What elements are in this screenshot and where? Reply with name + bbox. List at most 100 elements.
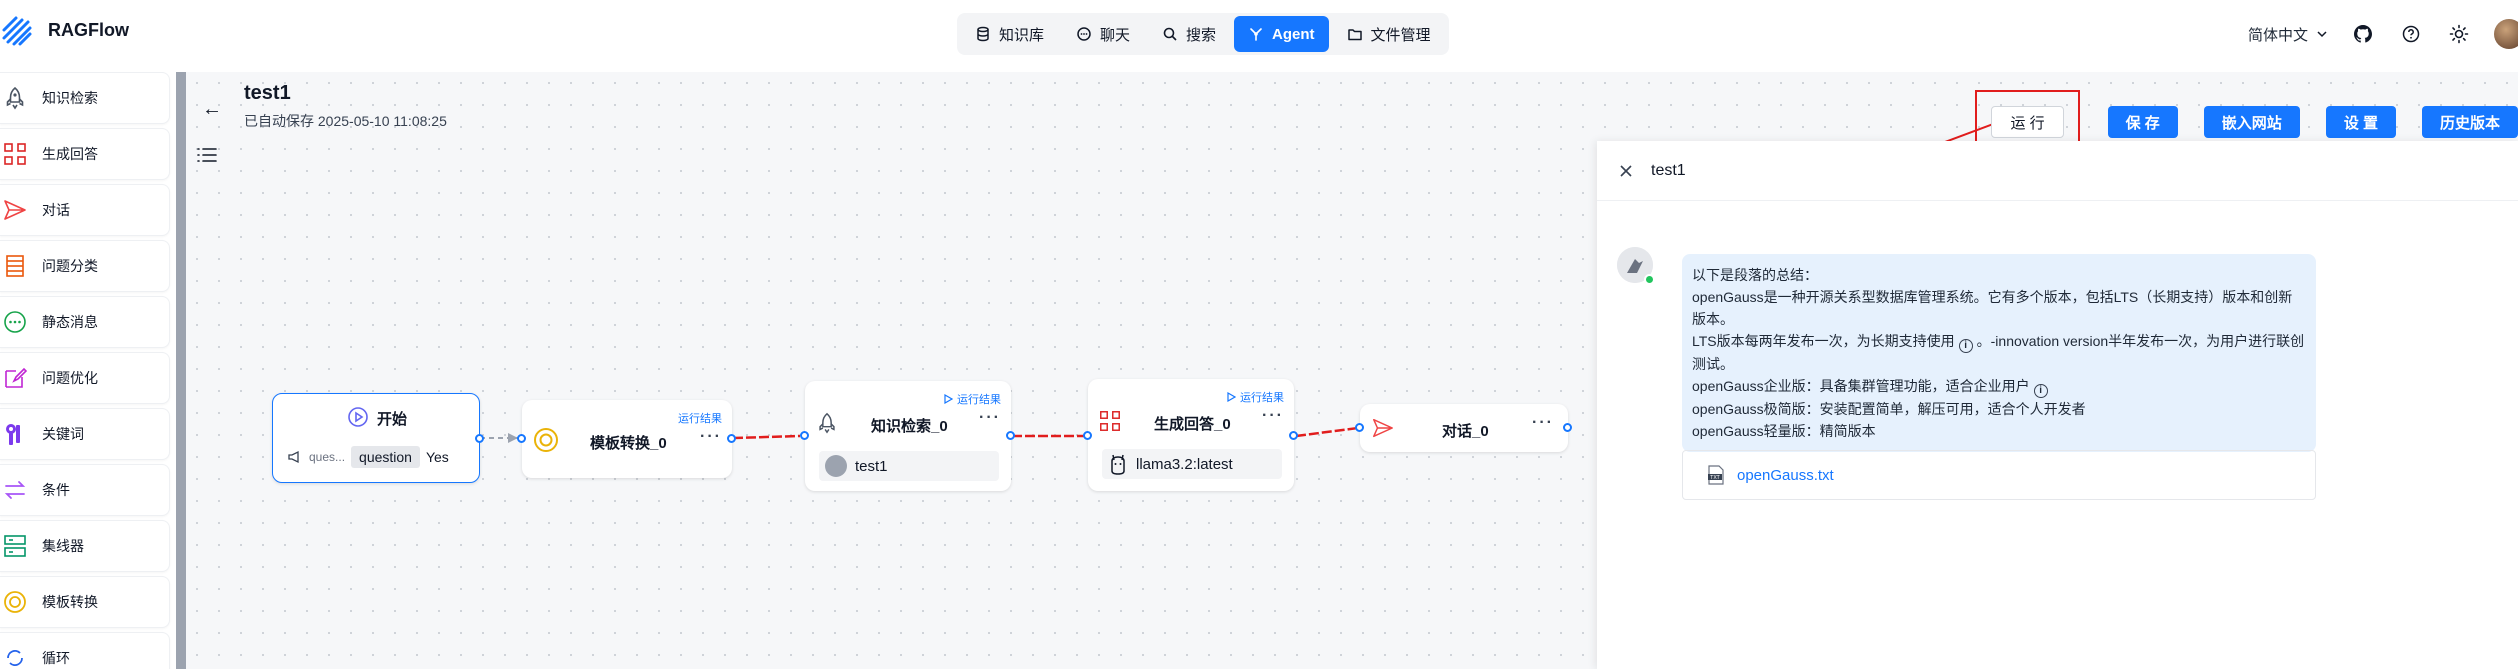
generate-icon bbox=[4, 143, 26, 165]
nav-knowledge-base[interactable]: 知识库 bbox=[961, 16, 1058, 52]
sidebar-item-answer[interactable]: 对话 bbox=[0, 184, 170, 236]
run-result-link[interactable]: 运行结果 bbox=[678, 410, 722, 426]
message-text: openGauss企业版：具备集群管理功能，适合企业用户 bbox=[1692, 378, 2030, 394]
header-right: 简体中文 bbox=[2248, 14, 2518, 54]
node-begin[interactable]: 开始 ques... question Yes bbox=[272, 393, 480, 483]
nav-label: 搜索 bbox=[1186, 26, 1217, 44]
github-icon[interactable] bbox=[2350, 21, 2376, 47]
nav-label: Agent bbox=[1272, 25, 1315, 43]
nav-search[interactable]: 搜索 bbox=[1148, 16, 1230, 52]
node-generate[interactable]: 运行结果 生成回答_0 ··· llama3.2:latest bbox=[1088, 379, 1294, 491]
close-icon[interactable] bbox=[1619, 164, 1633, 178]
node-title: 模板转换_0 bbox=[590, 435, 667, 452]
nav-chat[interactable]: 聊天 bbox=[1062, 16, 1144, 52]
sidebar-item-categorize[interactable]: 问题分类 bbox=[0, 240, 170, 292]
language-select[interactable]: 简体中文 bbox=[2248, 24, 2328, 45]
sidebar-item-label: 关键词 bbox=[42, 426, 84, 442]
txt-file-icon: TXT bbox=[1708, 465, 1724, 485]
help-icon[interactable] bbox=[2398, 21, 2424, 47]
nav-file-management[interactable]: 文件管理 bbox=[1333, 16, 1445, 52]
handle-begin-out[interactable] bbox=[475, 434, 484, 443]
list-icon[interactable] bbox=[196, 146, 218, 164]
message-line: openGauss企业版：具备集群管理功能，适合企业用户 i bbox=[1692, 375, 2306, 398]
sidebar-item-message[interactable]: 静态消息 bbox=[0, 296, 170, 348]
sidebar-item-template[interactable]: 模板转换 bbox=[0, 576, 170, 628]
node-title: 开始 bbox=[377, 411, 408, 428]
send-icon bbox=[4, 200, 26, 220]
node-title: 生成回答_0 bbox=[1154, 416, 1231, 433]
info-icon[interactable]: i bbox=[2033, 384, 2048, 398]
kb-name: test1 bbox=[855, 457, 888, 475]
model-row: llama3.2:latest bbox=[1102, 449, 1282, 479]
sidebar-item-label: 问题分类 bbox=[42, 258, 98, 274]
sidebar-item-loop[interactable]: 循环 bbox=[0, 632, 170, 669]
embed-website-button[interactable]: 嵌入网站 bbox=[2203, 106, 2300, 138]
node-more-icon[interactable]: ··· bbox=[700, 428, 722, 446]
svg-text:TXT: TXT bbox=[1709, 475, 1720, 481]
run-result-link[interactable]: 运行结果 bbox=[943, 391, 1001, 407]
sidebar-item-label: 生成回答 bbox=[42, 146, 98, 162]
search-icon bbox=[1163, 27, 1177, 41]
chat-header: test1 bbox=[1597, 141, 2518, 201]
nav-agent[interactable]: Agent bbox=[1234, 16, 1329, 52]
sidebar-item-retrieval[interactable]: 知识检索 bbox=[0, 72, 170, 124]
sidebar-item-label: 问题优化 bbox=[42, 370, 98, 386]
app-logo[interactable]: RAGFlow bbox=[0, 12, 129, 48]
handle-template-out[interactable] bbox=[727, 434, 736, 443]
handle-template-in[interactable] bbox=[517, 434, 526, 443]
save-button[interactable]: 保 存 bbox=[2107, 106, 2178, 138]
play-circle-icon bbox=[348, 407, 368, 427]
info-icon[interactable]: i bbox=[1958, 339, 1973, 353]
sidebar-item-keyword[interactable]: 关键词 bbox=[0, 408, 170, 460]
top-header: RAGFlow 知识库 聊天 搜索 Agent 文件管理 简体中文 bbox=[0, 0, 2518, 72]
chevron-down-icon bbox=[2317, 31, 2327, 38]
sidebar-item-label: 对话 bbox=[42, 202, 70, 218]
operator-sidebar: 知识检索 生成回答 对话 问题分类 静态消息 问题优化 关键词 条件 集线器 模… bbox=[0, 72, 176, 669]
handle-answer-in[interactable] bbox=[1355, 423, 1364, 432]
run-result-link[interactable]: 运行结果 bbox=[1226, 389, 1284, 405]
template-icon bbox=[4, 591, 26, 613]
handle-generate-in[interactable] bbox=[1083, 431, 1092, 440]
history-button[interactable]: 历史版本 bbox=[2421, 106, 2518, 138]
edit-icon bbox=[5, 367, 28, 388]
node-more-icon[interactable]: ··· bbox=[979, 409, 1001, 427]
node-answer[interactable]: 对话_0 ··· bbox=[1360, 404, 1568, 452]
send-icon bbox=[1373, 418, 1393, 438]
file-name: openGauss.txt bbox=[1737, 466, 1834, 484]
handle-generate-out[interactable] bbox=[1289, 431, 1298, 440]
run-button[interactable]: 运 行 bbox=[1991, 106, 2064, 138]
generate-icon bbox=[1100, 411, 1120, 431]
handle-retrieval-out[interactable] bbox=[1006, 431, 1015, 440]
nav-label: 文件管理 bbox=[1370, 26, 1431, 44]
sidebar-item-rewrite[interactable]: 问题优化 bbox=[0, 352, 170, 404]
switch-icon bbox=[4, 481, 26, 499]
node-template[interactable]: 运行结果 模板转换_0 ··· bbox=[522, 400, 732, 478]
back-arrow-icon[interactable]: ← bbox=[202, 98, 222, 121]
user-avatar[interactable] bbox=[2494, 19, 2518, 49]
node-more-icon[interactable]: ··· bbox=[1262, 407, 1284, 425]
handle-answer-out[interactable] bbox=[1563, 423, 1572, 432]
sidebar-scrollbar[interactable] bbox=[176, 72, 186, 669]
settings-button[interactable]: 设 置 bbox=[2325, 106, 2396, 138]
assistant-message: 以下是段落的总结： openGauss是一种开源关系型数据库管理系统。它有多个版… bbox=[1682, 254, 2316, 452]
nav-label: 知识库 bbox=[999, 26, 1045, 44]
ragflow-logo-icon bbox=[2, 16, 32, 46]
theme-toggle-icon[interactable] bbox=[2446, 21, 2472, 47]
nav-label: 聊天 bbox=[1100, 26, 1131, 44]
handle-retrieval-in[interactable] bbox=[800, 431, 809, 440]
sidebar-item-label: 集线器 bbox=[42, 538, 84, 554]
agent-icon bbox=[1250, 28, 1262, 41]
node-more-icon[interactable]: ··· bbox=[1532, 414, 1554, 432]
play-icon bbox=[944, 394, 953, 404]
folder-icon bbox=[1347, 29, 1362, 41]
param-short: ques... bbox=[309, 450, 346, 464]
param-name: question bbox=[351, 446, 420, 468]
loop-icon bbox=[7, 650, 23, 666]
node-retrieval[interactable]: 运行结果 知识检索_0 ··· test1 bbox=[805, 381, 1011, 491]
sidebar-item-concentrator[interactable]: 集线器 bbox=[0, 520, 170, 572]
rocket-icon bbox=[6, 86, 24, 110]
sidebar-item-switch[interactable]: 条件 bbox=[0, 464, 170, 516]
sidebar-item-generate[interactable]: 生成回答 bbox=[0, 128, 170, 180]
reference-file-card[interactable]: TXT openGauss.txt bbox=[1682, 450, 2316, 500]
run-result-label: 运行结果 bbox=[678, 413, 722, 425]
